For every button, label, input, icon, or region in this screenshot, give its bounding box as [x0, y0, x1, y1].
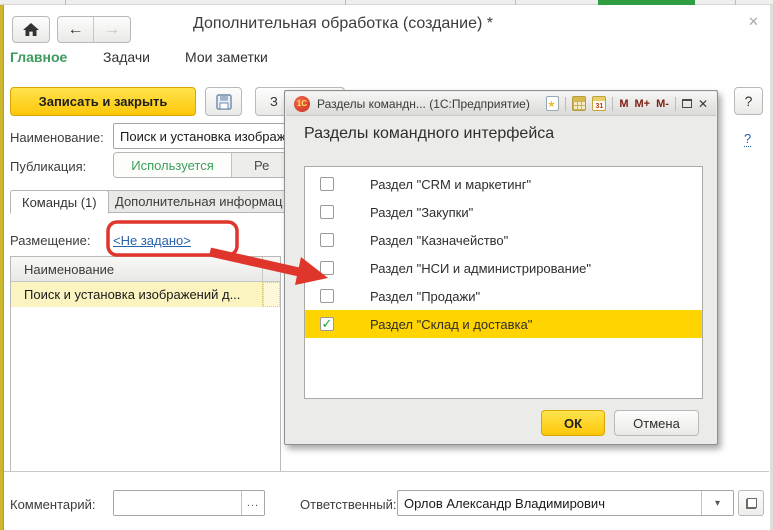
forward-button[interactable]: → — [94, 17, 130, 42]
back-button[interactable]: ← — [58, 17, 94, 42]
save-and-close-button[interactable]: Записать и закрыть — [10, 87, 196, 116]
cancel-button[interactable]: Отмена — [614, 410, 699, 436]
memory-m-plus-button[interactable]: M+ — [635, 98, 651, 110]
list-item-zakupki[interactable]: ✓ Раздел "Закупки" — [305, 198, 702, 226]
chevron-down-icon: ▾ — [714, 497, 721, 509]
page-title: Дополнительная обработка (создание) * — [193, 15, 493, 32]
footer-separator — [4, 471, 769, 472]
form-close-button[interactable]: ✕ — [748, 14, 759, 30]
save-icon — [215, 93, 232, 110]
memory-m-minus-button[interactable]: M- — [656, 98, 669, 110]
table-row[interactable]: Поиск и установка изображений д... — [11, 282, 280, 307]
dialog-titlebar[interactable]: 1С Разделы командн... (1С:Предприятие) ★… — [286, 92, 716, 116]
favorites-icon[interactable]: ★ — [546, 96, 560, 111]
comment-input[interactable] — [114, 491, 241, 515]
responsible-dropdown-button[interactable]: ▾ — [701, 491, 733, 515]
forward-icon: → — [104, 20, 120, 38]
back-icon: ← — [67, 20, 84, 38]
table-cell-name[interactable]: Поиск и установка изображений д... — [11, 282, 263, 307]
table-header-extra — [263, 257, 280, 281]
placement-label: Размещение: — [10, 233, 91, 248]
calendar-icon[interactable]: 31 — [592, 96, 607, 111]
name-label: Наименование: — [10, 130, 104, 145]
app-window: ← → Дополнительная обработка (создание) … — [0, 0, 773, 530]
tab-commands[interactable]: Команды (1) — [10, 190, 109, 214]
home-icon — [23, 22, 39, 36]
open-list-icon — [745, 497, 757, 509]
comment-field: ... — [113, 490, 265, 516]
table-header-name[interactable]: Наименование — [11, 257, 263, 281]
list-item-sklad[interactable]: ✓ Раздел "Склад и доставка" — [305, 310, 702, 338]
list-item-crm[interactable]: ✓ Раздел "CRM и маркетинг" — [305, 170, 702, 198]
comment-label: Комментарий: — [10, 497, 96, 512]
checkbox[interactable]: ✓ — [320, 261, 334, 275]
checkbox[interactable]: ✓ — [320, 233, 334, 247]
commands-table: Наименование Поиск и установка изображен… — [10, 256, 281, 472]
checkmark-icon: ✓ — [321, 315, 333, 331]
responsible-field[interactable]: Орлов Александр Владимирович ▾ — [397, 490, 734, 516]
responsible-label: Ответственный: — [300, 497, 397, 512]
memory-m-button[interactable]: M — [619, 98, 628, 110]
list-item-kaznacheystvo[interactable]: ✓ Раздел "Казначейство" — [305, 226, 702, 254]
calculator-icon[interactable] — [572, 96, 587, 111]
menu-item-glavnoe[interactable]: Главное — [10, 49, 67, 65]
1c-logo-icon: 1С — [294, 95, 310, 112]
tab-additional-info[interactable]: Дополнительная информац — [103, 190, 299, 213]
list-item-prodazhi[interactable]: ✓ Раздел "Продажи" — [305, 282, 702, 310]
checkbox[interactable]: ✓ — [320, 289, 334, 303]
publication-option-used[interactable]: Используется — [114, 153, 232, 177]
sections-list: ✓ Раздел "CRM и маркетинг" ✓ Раздел "Зак… — [304, 166, 703, 399]
checkbox[interactable]: ✓ — [320, 317, 334, 331]
home-button[interactable] — [12, 16, 50, 43]
placement-link[interactable]: <Не задано> — [113, 233, 191, 248]
help-link[interactable]: ? — [744, 131, 752, 147]
active-tab-indicator — [598, 0, 695, 5]
history-nav: ← → — [57, 16, 131, 43]
maximize-icon[interactable] — [681, 99, 692, 108]
dialog-close-icon[interactable]: ✕ — [698, 97, 708, 111]
menu-item-moi-zametki[interactable]: Мои заметки — [185, 49, 268, 65]
table-header-row: Наименование — [11, 257, 280, 282]
table-cell-extra — [263, 282, 280, 307]
sections-dialog: 1С Разделы командн... (1С:Предприятие) ★… — [284, 90, 718, 445]
ok-button[interactable]: ОК — [541, 410, 605, 436]
window-left-edge — [0, 5, 4, 530]
dialog-title: Разделы командн... (1С:Предприятие) — [317, 96, 530, 111]
browser-tab-strip — [0, 0, 773, 5]
help-button[interactable]: ? — [734, 87, 763, 115]
comment-more-button[interactable]: ... — [241, 491, 264, 515]
dialog-heading: Разделы командного интерфейса — [304, 125, 555, 142]
menu-item-zadachi[interactable]: Задачи — [103, 49, 150, 65]
save-button[interactable] — [205, 87, 242, 116]
list-item-nsi[interactable]: ✓ Раздел "НСИ и администрирование" — [305, 254, 702, 282]
checkbox[interactable]: ✓ — [320, 205, 334, 219]
checkbox[interactable]: ✓ — [320, 177, 334, 191]
publication-label: Публикация: — [10, 159, 87, 174]
responsible-open-button[interactable] — [738, 490, 764, 516]
responsible-value: Орлов Александр Владимирович — [404, 495, 605, 511]
